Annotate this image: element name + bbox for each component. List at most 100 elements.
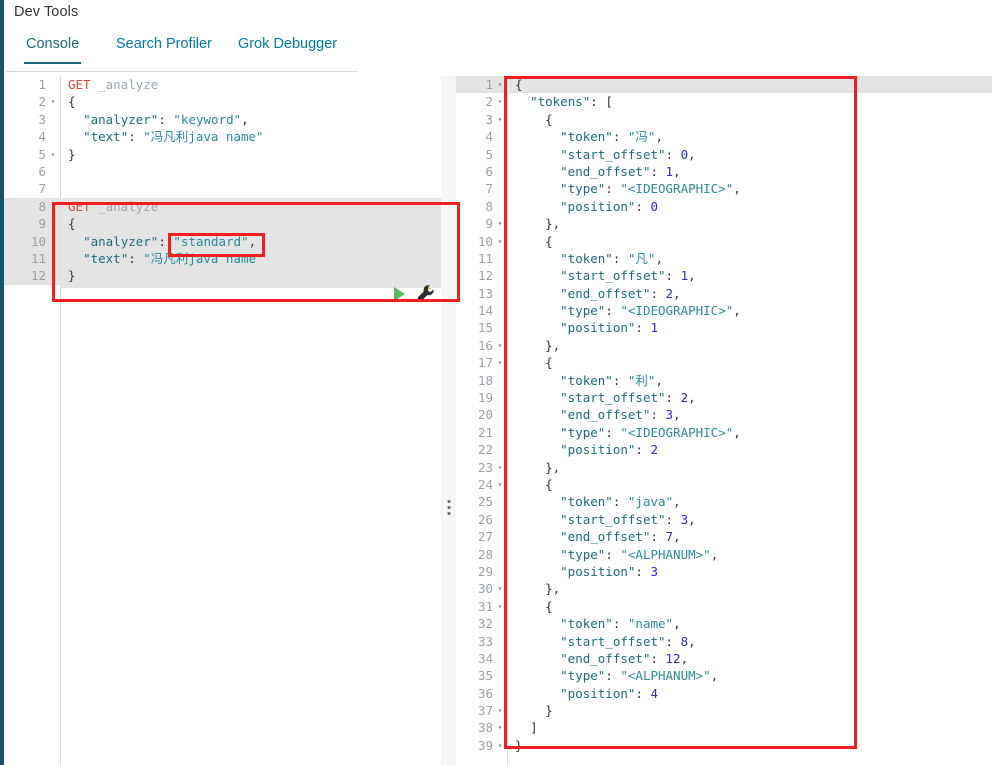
line-number: 1 xyxy=(38,77,46,92)
fold-toggle-icon[interactable]: ▾ xyxy=(495,215,505,232)
line-number: 3 ▾ xyxy=(456,111,507,128)
code-line[interactable]: "position": 0 xyxy=(509,198,992,215)
code-line[interactable]: "start_offset": 3, xyxy=(509,511,992,528)
code-line[interactable]: { xyxy=(509,76,992,94)
code-line[interactable]: "type": "<IDEOGRAPHIC>", xyxy=(509,180,992,197)
fold-toggle-icon[interactable]: ▾ xyxy=(48,146,58,163)
code-line[interactable]: "position": 4 xyxy=(509,685,992,702)
line-number: 10 xyxy=(4,232,60,250)
code-line[interactable]: { xyxy=(509,354,992,371)
line-number: 8 xyxy=(485,198,493,214)
code-line[interactable]: "start_offset": 0, xyxy=(509,146,992,163)
line-number: 4 xyxy=(38,129,46,145)
fold-toggle-icon[interactable]: ▾ xyxy=(495,459,505,476)
code-line[interactable]: "position": 2 xyxy=(509,441,992,458)
code-line[interactable]: }, xyxy=(509,337,992,354)
code-line[interactable]: "text": "冯凡利java name" xyxy=(62,249,441,268)
line-number: 7 xyxy=(485,181,493,197)
line-number: 11 xyxy=(477,250,493,266)
tab-search-profiler[interactable]: Search Profiler xyxy=(114,36,214,62)
code-line[interactable]: GET _analyze xyxy=(62,76,441,93)
code-line[interactable]: "start_offset": 2, xyxy=(509,389,992,406)
line-number: 22 xyxy=(477,442,493,458)
line-number: 6 xyxy=(485,163,493,179)
output-code-lines[interactable]: { "tokens": [ { "token": "冯", "start_off… xyxy=(509,76,992,765)
editor-code-lines[interactable]: GET _analyze{ "analyzer": "keyword", "te… xyxy=(62,76,441,765)
code-line[interactable]: }, xyxy=(509,459,992,476)
code-line[interactable]: { xyxy=(509,111,992,128)
fold-toggle-icon[interactable]: ▾ xyxy=(495,111,505,128)
code-line[interactable]: "type": "<IDEOGRAPHIC>", xyxy=(509,424,992,441)
code-line[interactable]: } xyxy=(62,146,441,163)
wrench-icon[interactable] xyxy=(416,283,436,303)
code-line[interactable]: "type": "<ALPHANUM>", xyxy=(509,667,992,684)
code-line[interactable]: }, xyxy=(509,580,992,597)
code-line[interactable]: { xyxy=(509,598,992,615)
code-line[interactable]: "start_offset": 1, xyxy=(509,267,992,284)
code-line[interactable]: "position": 3 xyxy=(509,563,992,580)
code-line[interactable]: "type": "<IDEOGRAPHIC>", xyxy=(509,302,992,319)
line-number: 5 ▾ xyxy=(4,146,60,163)
tab-console[interactable]: Console xyxy=(24,36,82,64)
code-line[interactable]: "end_offset": 12, xyxy=(509,650,992,667)
code-line[interactable]: GET _analyze xyxy=(62,197,441,216)
code-line[interactable]: "analyzer": "standard", xyxy=(62,232,441,250)
code-line[interactable]: "analyzer": "keyword", xyxy=(62,111,441,128)
fold-toggle-icon[interactable]: ▾ xyxy=(495,580,505,597)
code-line[interactable]: "end_offset": 2, xyxy=(509,285,992,302)
code-line[interactable]: } xyxy=(509,702,992,719)
code-line[interactable]: } xyxy=(62,267,441,285)
code-line[interactable]: "end_offset": 7, xyxy=(509,528,992,545)
fold-toggle-icon[interactable]: ▾ xyxy=(495,93,505,110)
fold-toggle-icon[interactable]: ▾ xyxy=(495,76,505,93)
panel-resize-handle[interactable] xyxy=(441,76,456,765)
fold-toggle-icon[interactable]: ▾ xyxy=(495,354,505,371)
line-number: 16 ▾ xyxy=(456,337,507,354)
code-line[interactable]: "tokens": [ xyxy=(509,93,992,110)
code-line[interactable]: { xyxy=(509,233,992,250)
line-number: 12 xyxy=(477,268,493,284)
code-line[interactable] xyxy=(62,180,441,197)
code-line[interactable]: "text": "冯凡利java name" xyxy=(62,128,441,145)
code-line[interactable]: ] xyxy=(509,719,992,736)
code-line[interactable]: "token": "利", xyxy=(509,372,992,389)
code-line[interactable]: }, xyxy=(509,215,992,232)
fold-toggle-icon[interactable]: ▾ xyxy=(495,476,505,493)
fold-toggle-icon[interactable]: ▾ xyxy=(495,737,505,754)
line-number: 4 xyxy=(485,129,493,145)
line-number: 25 xyxy=(477,494,493,510)
fold-toggle-icon[interactable]: ▾ xyxy=(48,93,58,110)
response-viewer-panel[interactable]: 1 ▾ 2 ▾ 3 ▾ 4 5 6 7 8 9 ▾ 10 ▾ 11 12 13 14 15 16 ▾ 17 ▾ 18 19 20 21… xyxy=(456,76,992,765)
fold-toggle-icon[interactable]: ▾ xyxy=(495,719,505,736)
code-line[interactable]: "end_offset": 1, xyxy=(509,163,992,180)
fold-toggle-icon[interactable]: ▾ xyxy=(495,337,505,354)
code-line[interactable]: "end_offset": 3, xyxy=(509,406,992,423)
request-editor-panel[interactable]: 1 2 ▾ 3 4 5 ▾ 6 7 8 9 ▾ 10 11 12 ▾ GET _analyze{ "analy… xyxy=(4,76,441,765)
code-line[interactable]: "token": "凡", xyxy=(509,250,992,267)
code-line[interactable]: { xyxy=(62,215,441,233)
code-line[interactable]: "token": "name", xyxy=(509,615,992,632)
code-line[interactable]: "token": "冯", xyxy=(509,128,992,145)
line-number: 36 xyxy=(477,685,493,701)
code-line[interactable]: "position": 1 xyxy=(509,319,992,336)
line-number: 2 ▾ xyxy=(4,93,60,110)
fold-toggle-icon[interactable]: ▾ xyxy=(495,233,505,250)
code-line[interactable]: "start_offset": 8, xyxy=(509,633,992,650)
fold-toggle-icon[interactable]: ▾ xyxy=(495,598,505,615)
fold-toggle-icon[interactable]: ▾ xyxy=(48,267,58,284)
tab-grok-debugger[interactable]: Grok Debugger xyxy=(236,36,339,62)
code-line[interactable]: "type": "<ALPHANUM>", xyxy=(509,546,992,563)
line-number: 3 xyxy=(38,111,46,127)
line-number: 38 ▾ xyxy=(456,719,507,736)
console-area: 1 2 ▾ 3 4 5 ▾ 6 7 8 9 ▾ 10 11 12 ▾ GET _analyze{ "analy… xyxy=(4,76,992,765)
run-request-play-icon[interactable] xyxy=(394,287,405,301)
code-line[interactable]: "token": "java", xyxy=(509,493,992,510)
code-line[interactable]: { xyxy=(62,93,441,110)
code-line[interactable]: { xyxy=(509,476,992,493)
fold-toggle-icon[interactable]: ▾ xyxy=(495,702,505,719)
line-number: 1 ▾ xyxy=(456,76,507,94)
code-line[interactable]: } xyxy=(509,737,992,754)
fold-toggle-icon[interactable]: ▾ xyxy=(48,215,58,232)
code-line[interactable] xyxy=(62,163,441,180)
line-number: 9 ▾ xyxy=(456,215,507,232)
